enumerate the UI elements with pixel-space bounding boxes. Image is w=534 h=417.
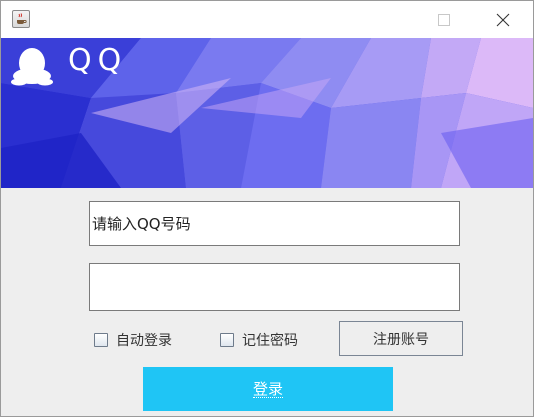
maximize-button[interactable] bbox=[421, 1, 467, 38]
minimize-icon bbox=[369, 19, 379, 20]
title-bar[interactable] bbox=[1, 1, 533, 38]
login-button-label: 登录 bbox=[252, 379, 283, 398]
remember-password-label: 记住密码 bbox=[242, 333, 298, 349]
remember-password-checkbox[interactable]: 记住密码 bbox=[220, 330, 298, 350]
auto-login-checkbox[interactable]: 自动登录 bbox=[94, 330, 172, 350]
maximize-icon bbox=[438, 13, 450, 26]
auto-login-label: 自动登录 bbox=[116, 333, 172, 349]
checkbox-icon[interactable] bbox=[220, 333, 234, 347]
login-button[interactable]: 登录 bbox=[143, 367, 393, 411]
account-field[interactable] bbox=[92, 214, 459, 233]
password-input[interactable] bbox=[89, 263, 460, 311]
register-button-label: 注册账号 bbox=[373, 331, 429, 348]
close-icon bbox=[496, 13, 510, 26]
brand-text: QQ bbox=[68, 43, 128, 78]
minimize-button[interactable] bbox=[351, 1, 397, 38]
register-button[interactable]: 注册账号 bbox=[339, 321, 463, 356]
close-button[interactable] bbox=[480, 1, 526, 38]
header-banner: QQ bbox=[1, 38, 533, 188]
password-field[interactable] bbox=[92, 278, 459, 296]
checkbox-icon[interactable] bbox=[94, 333, 108, 347]
account-input[interactable] bbox=[89, 201, 460, 246]
login-window: QQ 自动登录 记住密码 注册账号 登录 bbox=[0, 0, 534, 417]
qq-penguin-logo bbox=[11, 48, 53, 86]
java-coffee-icon bbox=[12, 10, 30, 28]
